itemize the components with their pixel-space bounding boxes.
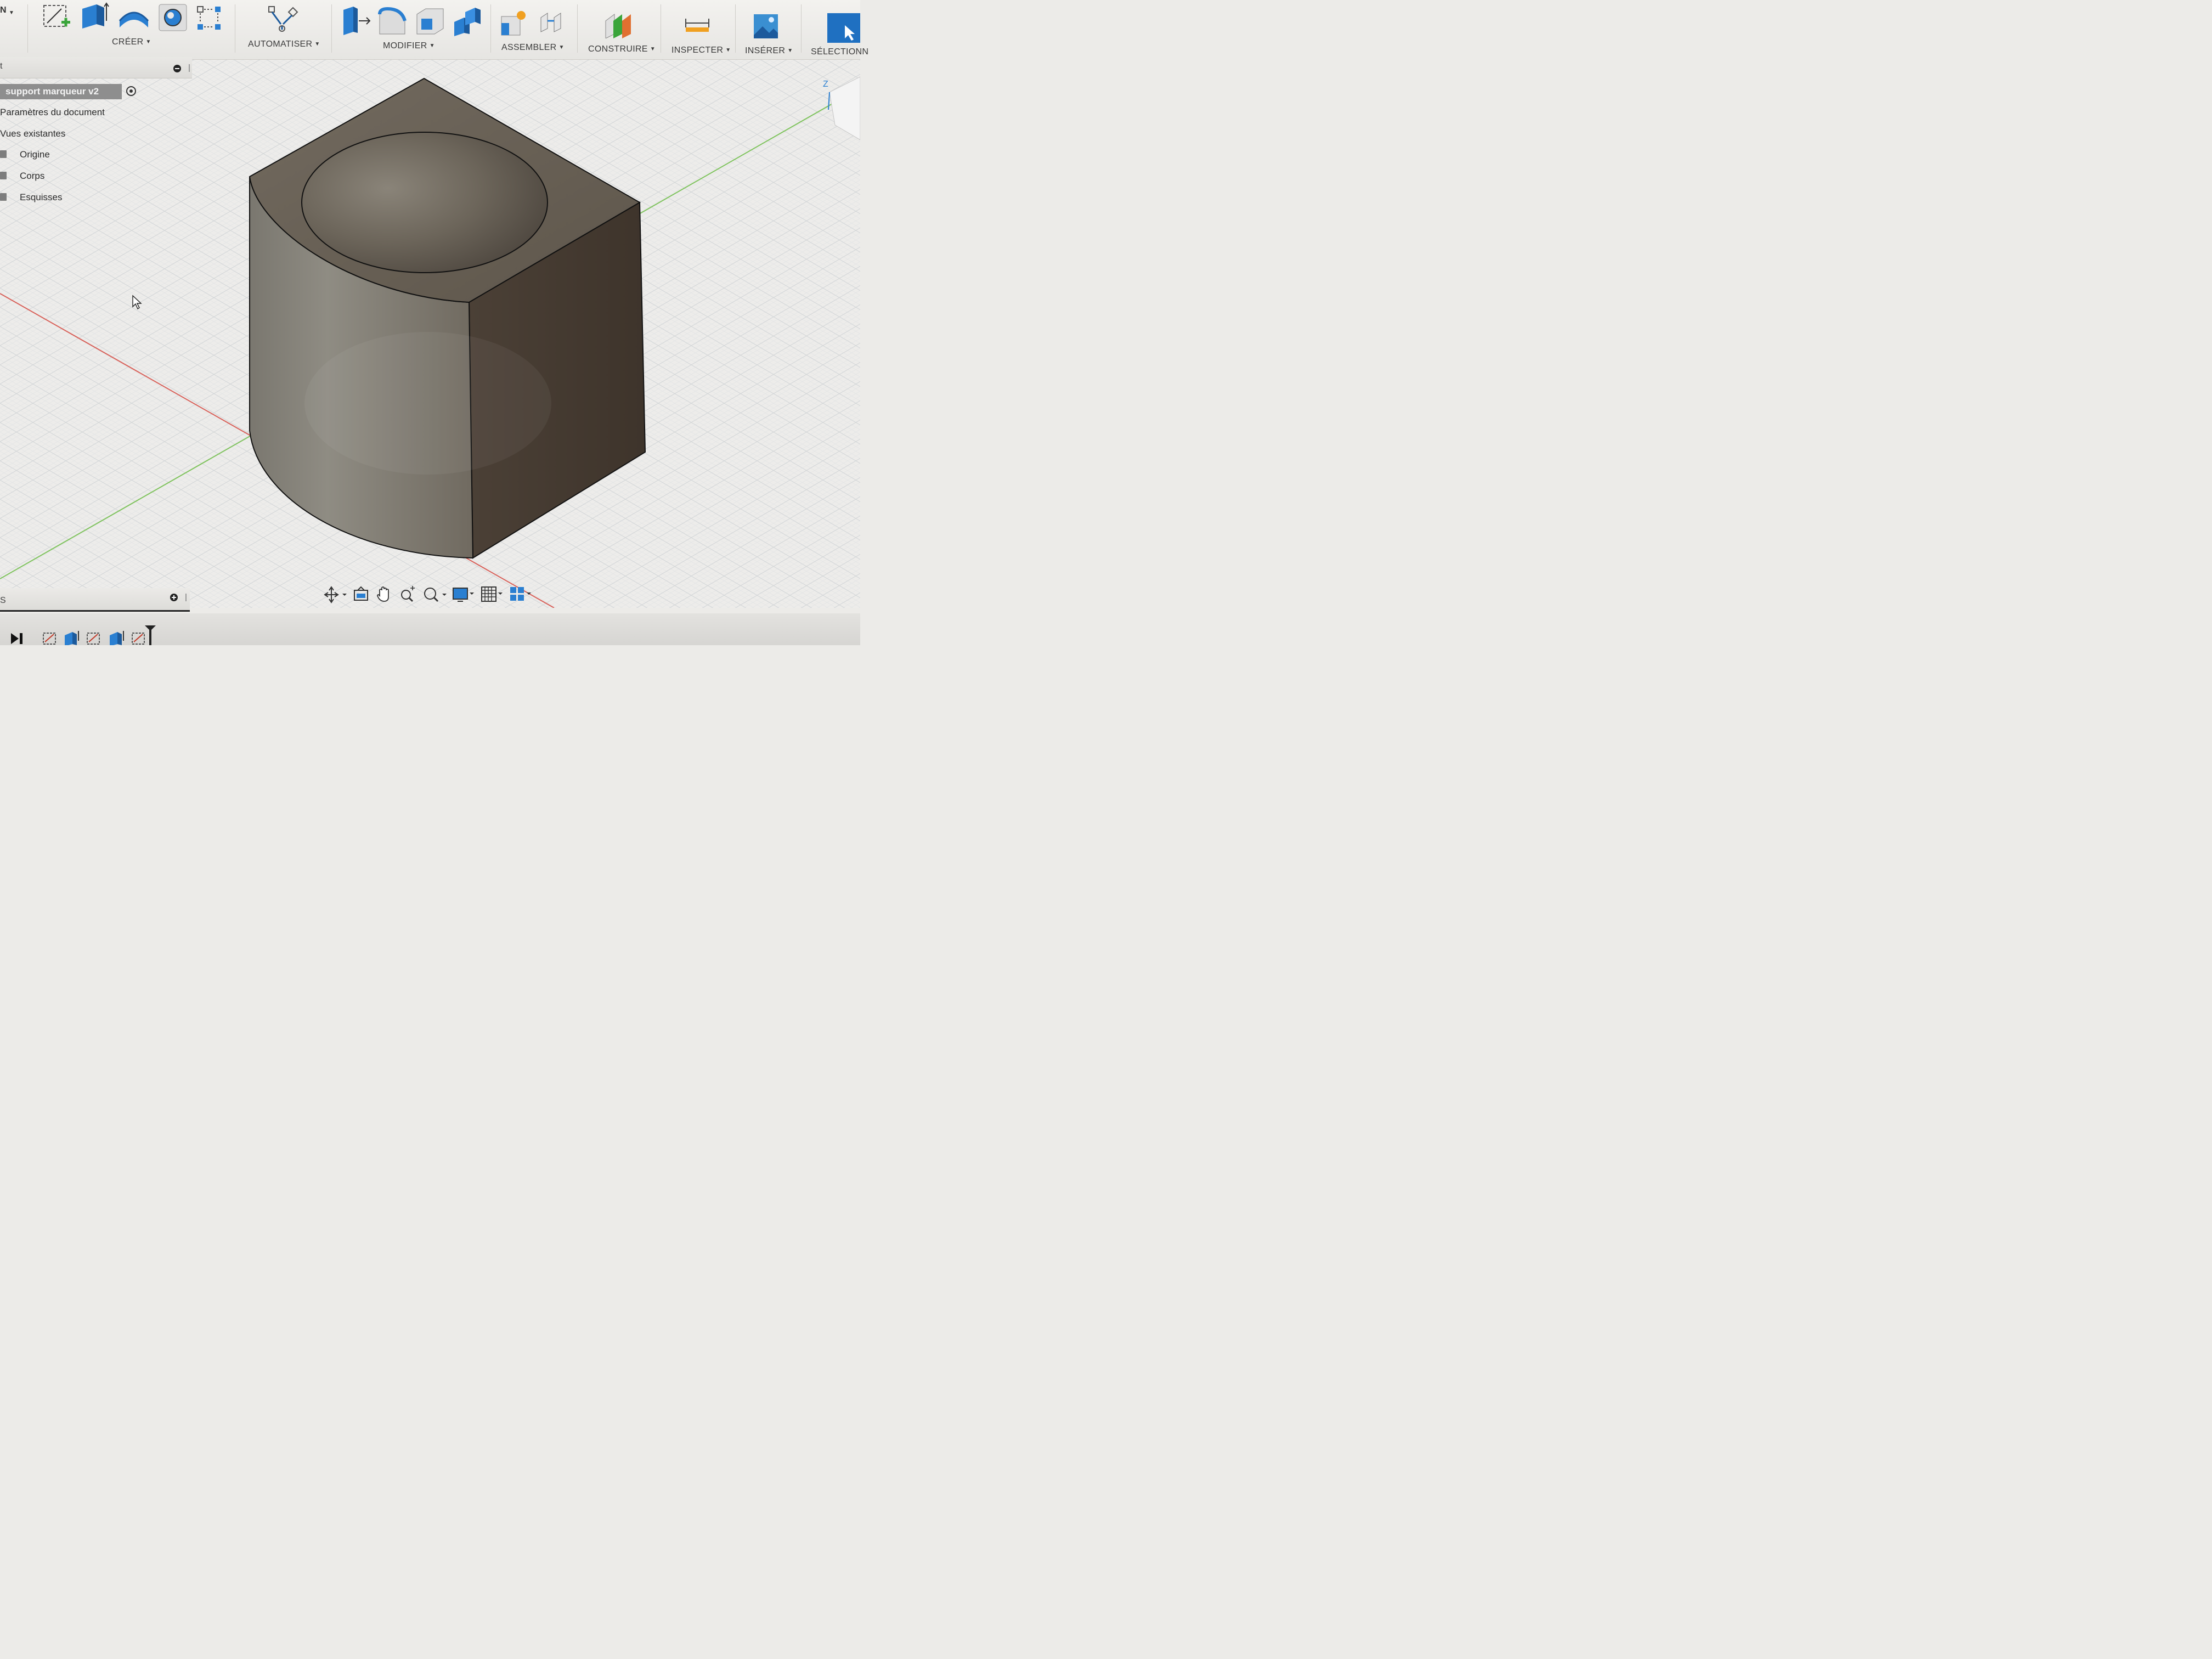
zoom-icon[interactable] bbox=[398, 584, 417, 606]
shell-icon[interactable] bbox=[415, 7, 445, 36]
viewcube-z-label: Z bbox=[823, 80, 828, 89]
grid-settings-icon[interactable] bbox=[479, 584, 506, 606]
modify-label: MODIFIER bbox=[383, 41, 427, 50]
add-comment-icon[interactable] bbox=[170, 594, 178, 601]
automate-menu[interactable]: AUTOMATISER ▼ bbox=[248, 40, 320, 49]
extrude-feature-icon[interactable] bbox=[64, 630, 80, 645]
create-label: CRÉER bbox=[112, 37, 144, 47]
look-at-icon[interactable] bbox=[352, 584, 371, 606]
browser-grip-icon[interactable] bbox=[189, 64, 190, 72]
browser-collapse-icon[interactable] bbox=[173, 65, 181, 72]
navigation-bar bbox=[324, 584, 532, 606]
browser-item-origin[interactable]: Origine bbox=[20, 149, 50, 160]
measure-icon[interactable] bbox=[684, 15, 711, 35]
comments-panel: S bbox=[0, 588, 190, 612]
viewports-icon[interactable] bbox=[508, 584, 534, 606]
modify-menu[interactable]: MODIFIER ▼ bbox=[383, 41, 435, 51]
toolbar-separator bbox=[577, 4, 578, 53]
rectangular-pattern-icon[interactable] bbox=[196, 5, 224, 32]
pan-icon[interactable] bbox=[375, 584, 394, 606]
sketch-feature-icon[interactable] bbox=[86, 630, 102, 645]
construct-label: CONSTRUIRE bbox=[588, 44, 648, 54]
toolbar: N ▼ CRÉER ▼ AUTOMATISER ▼ MODIFIER ▼ ASS… bbox=[0, 0, 868, 60]
sketch-feature-icon[interactable] bbox=[42, 630, 58, 645]
offset-plane-icon[interactable] bbox=[603, 10, 634, 38]
comments-grip-icon[interactable] bbox=[185, 594, 187, 601]
automate-label: AUTOMATISER bbox=[248, 40, 313, 49]
revolve-icon[interactable] bbox=[117, 4, 150, 30]
comments-label: S bbox=[0, 596, 6, 605]
hole-icon[interactable] bbox=[158, 3, 189, 32]
display-settings-icon[interactable] bbox=[451, 584, 477, 606]
joint-icon[interactable] bbox=[538, 10, 566, 37]
browser-title: t bbox=[0, 61, 3, 71]
create-menu[interactable]: CRÉER ▼ bbox=[112, 37, 151, 47]
mouse-cursor-icon bbox=[132, 295, 142, 310]
browser-item-bodies[interactable]: Corps bbox=[20, 171, 44, 182]
combine-icon[interactable] bbox=[451, 7, 483, 36]
browser-item-sketches[interactable]: Esquisses bbox=[20, 192, 62, 203]
construct-menu[interactable]: CONSTRUIRE ▼ bbox=[588, 44, 656, 54]
toolbar-separator bbox=[801, 4, 802, 53]
insert-label: INSÉRER bbox=[745, 46, 786, 55]
workspace-switch[interactable]: N bbox=[0, 5, 7, 15]
orbit-icon[interactable] bbox=[324, 584, 350, 606]
fit-icon[interactable] bbox=[422, 584, 449, 606]
folder-icon bbox=[0, 150, 7, 158]
extrude-feature-icon[interactable] bbox=[109, 630, 125, 645]
3d-viewport[interactable]: Z bbox=[0, 59, 860, 608]
toolbar-separator bbox=[490, 4, 491, 53]
assemble-menu[interactable]: ASSEMBLER ▼ bbox=[501, 43, 565, 53]
activate-radio-icon[interactable] bbox=[126, 86, 136, 96]
folder-icon bbox=[0, 193, 7, 201]
fillet-icon[interactable] bbox=[377, 7, 408, 36]
automate-icon[interactable] bbox=[267, 4, 300, 34]
extrude-icon[interactable] bbox=[80, 2, 111, 30]
chevron-down-icon: ▼ bbox=[787, 48, 793, 54]
browser-item-document-settings[interactable]: Paramètres du document bbox=[0, 107, 105, 118]
workspace-caret-icon[interactable]: ▼ bbox=[9, 10, 14, 16]
toolbar-separator bbox=[27, 4, 28, 53]
assemble-label: ASSEMBLER bbox=[501, 43, 557, 52]
insert-menu[interactable]: INSÉRER ▼ bbox=[745, 46, 793, 56]
automate-group: AUTOMATISER ▼ bbox=[241, 0, 329, 59]
chevron-down-icon: ▼ bbox=[650, 46, 656, 52]
browser-item-named-views[interactable]: Vues existantes bbox=[0, 128, 65, 139]
document-node[interactable]: support marqueur v2 bbox=[0, 84, 122, 99]
create-group: CRÉER ▼ bbox=[38, 0, 230, 59]
chevron-down-icon: ▼ bbox=[145, 39, 151, 45]
inspect-menu[interactable]: INSPECTER ▼ bbox=[672, 46, 731, 55]
chevron-down-icon: ▼ bbox=[725, 47, 731, 53]
construct-group: CONSTRUIRE ▼ bbox=[582, 0, 658, 59]
chevron-down-icon: ▼ bbox=[429, 43, 435, 49]
modify-group: MODIFIER ▼ bbox=[336, 0, 489, 59]
create-sketch-icon[interactable] bbox=[42, 3, 72, 31]
inspect-label: INSPECTER bbox=[672, 46, 724, 55]
chevron-down-icon: ▼ bbox=[558, 44, 565, 50]
timeline bbox=[0, 613, 860, 645]
inspect-group: INSPECTER ▼ bbox=[664, 0, 735, 59]
model-hidden-hole bbox=[304, 332, 551, 475]
folder-icon bbox=[0, 172, 7, 179]
press-pull-icon[interactable] bbox=[339, 5, 372, 36]
toolbar-separator bbox=[735, 4, 736, 53]
canvas-scene[interactable] bbox=[0, 59, 860, 608]
assemble-group: ASSEMBLER ▼ bbox=[494, 0, 576, 59]
select-group: SÉLECTIONN bbox=[806, 0, 868, 59]
insert-group: INSÉRER ▼ bbox=[738, 0, 799, 59]
select-menu[interactable]: SÉLECTIONN bbox=[811, 47, 868, 57]
play-end-icon[interactable] bbox=[10, 630, 24, 644]
insert-image-icon[interactable] bbox=[753, 13, 779, 40]
browser-header: t bbox=[0, 57, 192, 78]
model-hole bbox=[301, 132, 548, 273]
select-icon[interactable] bbox=[826, 12, 860, 44]
timeline-marker-icon[interactable] bbox=[144, 624, 157, 645]
new-component-icon[interactable] bbox=[499, 9, 530, 37]
chevron-down-icon: ▼ bbox=[314, 41, 320, 47]
toolbar-separator bbox=[331, 4, 332, 53]
